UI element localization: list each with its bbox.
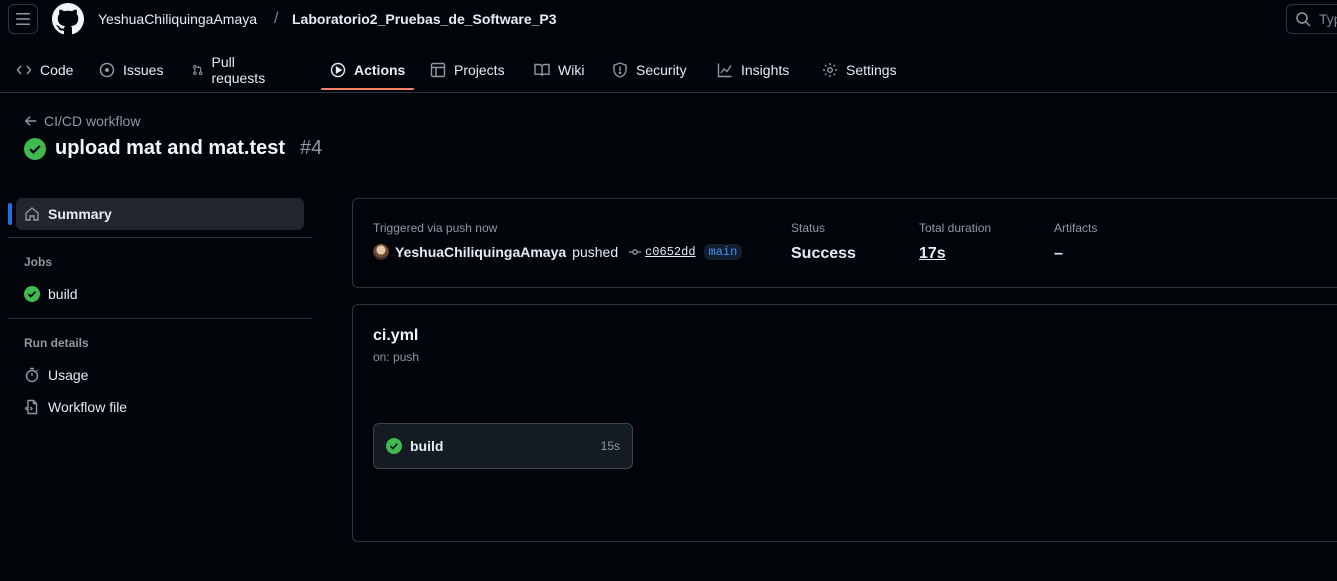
- sidebar-heading-jobs: Jobs: [24, 255, 53, 269]
- table-icon: [430, 62, 446, 78]
- artifacts-value: –: [1054, 245, 1063, 262]
- sidebar-item-workflow-file[interactable]: Workflow file: [24, 399, 127, 415]
- sidebar-divider: [8, 237, 312, 238]
- sidebar-divider: [8, 318, 312, 319]
- trigger-label: Triggered via push now: [373, 221, 498, 235]
- sidebar-item-build[interactable]: build: [24, 286, 78, 302]
- arrow-left-icon: [24, 116, 37, 126]
- duration-value[interactable]: 17s: [919, 245, 946, 263]
- tab-label: Security: [636, 62, 687, 78]
- job-duration: 15s: [600, 439, 620, 453]
- job-name: build: [410, 438, 444, 454]
- run-title-row: upload mat and mat.test #4: [24, 137, 322, 160]
- shield-icon: [613, 62, 627, 78]
- menu-button[interactable]: [8, 4, 38, 34]
- branch-badge[interactable]: main: [703, 244, 743, 260]
- breadcrumb-repo[interactable]: Laboratorio2_Pruebas_de_Software_P3: [292, 11, 557, 27]
- avatar[interactable]: [373, 244, 389, 260]
- tab-security[interactable]: Security: [612, 50, 687, 90]
- commit-sha: c0652dd: [645, 245, 696, 259]
- stopwatch-icon: [25, 367, 39, 383]
- workflow-name: CI/CD workflow: [44, 113, 141, 129]
- sidebar-item-summary[interactable]: Summary: [16, 198, 304, 230]
- duration-label: Total duration: [919, 221, 992, 235]
- tab-label: Pull requests: [211, 54, 266, 86]
- gear-icon: [823, 63, 837, 77]
- tab-issues[interactable]: Issues: [99, 50, 163, 90]
- breadcrumb-separator: /: [274, 10, 279, 27]
- tab-actions[interactable]: Actions: [330, 50, 405, 90]
- hamburger-icon: [16, 13, 30, 25]
- job-node-build[interactable]: build 15s: [373, 423, 633, 469]
- search-input[interactable]: Typ: [1286, 4, 1337, 34]
- tab-label: Projects: [454, 62, 505, 78]
- sidebar-item-label: build: [48, 286, 78, 302]
- status-value: Success: [791, 245, 856, 262]
- check-circle-icon: [386, 438, 402, 454]
- commit-icon: [628, 249, 642, 255]
- tab-label: Issues: [123, 62, 164, 78]
- check-circle-icon: [24, 137, 46, 160]
- graph-icon: [717, 63, 732, 78]
- sidebar-item-label: Workflow file: [48, 399, 128, 415]
- pull-request-icon: [193, 64, 203, 76]
- actor-link[interactable]: YeshuaChiliquingaAmaya: [395, 244, 566, 260]
- breadcrumb-owner[interactable]: YeshuaChiliquingaAmaya: [98, 11, 257, 27]
- book-icon: [534, 63, 550, 77]
- issue-icon: [99, 62, 115, 78]
- commit-sha-link[interactable]: c0652dd: [628, 245, 696, 259]
- workflow-file-name: ci.yml: [373, 327, 419, 344]
- search-placeholder: Typ: [1319, 11, 1337, 27]
- run-number: #4: [300, 137, 323, 159]
- trigger-details: YeshuaChiliquingaAmaya pushed c0652dd ma…: [373, 244, 743, 260]
- tab-label: Actions: [354, 62, 406, 78]
- tab-insights[interactable]: Insights: [717, 50, 789, 90]
- sidebar-item-label: Summary: [48, 206, 112, 222]
- tab-label: Code: [40, 62, 74, 78]
- tab-wiki[interactable]: Wiki: [534, 50, 584, 90]
- tab-label: Insights: [741, 62, 790, 78]
- workflow-trigger: on: push: [373, 350, 420, 364]
- tab-code[interactable]: Code: [16, 50, 73, 90]
- page-title: upload mat and mat.test: [55, 137, 286, 159]
- back-to-workflow-link[interactable]: CI/CD workflow: [24, 113, 140, 129]
- github-logo-icon[interactable]: [52, 3, 84, 35]
- sidebar-active-indicator: [8, 203, 12, 225]
- sidebar-item-usage[interactable]: Usage: [24, 367, 88, 383]
- tab-label: Wiki: [558, 62, 585, 78]
- active-tab-indicator: [321, 88, 414, 90]
- artifacts-label: Artifacts: [1054, 221, 1098, 235]
- home-icon: [25, 207, 39, 221]
- search-icon: [1296, 12, 1311, 27]
- file-code-icon: [24, 399, 38, 415]
- run-summary-card: [352, 198, 1337, 288]
- tab-settings[interactable]: Settings: [822, 50, 897, 90]
- play-icon: [330, 62, 346, 78]
- tab-pull-requests[interactable]: Pull requests: [192, 50, 270, 90]
- sidebar-item-label: Usage: [48, 367, 89, 383]
- sidebar-heading-run-details: Run details: [24, 336, 89, 350]
- tab-label: Settings: [846, 62, 897, 78]
- status-label: Status: [791, 221, 826, 235]
- trigger-action: pushed: [572, 244, 619, 260]
- tab-projects[interactable]: Projects: [430, 50, 505, 90]
- check-circle-icon: [24, 286, 40, 302]
- code-icon: [16, 65, 32, 75]
